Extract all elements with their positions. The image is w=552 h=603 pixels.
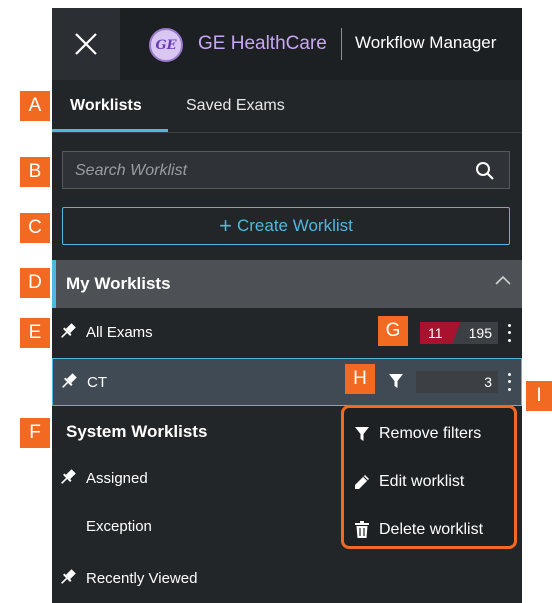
pin-icon[interactable] bbox=[58, 567, 78, 587]
filter-icon bbox=[389, 374, 403, 388]
worklist-row-ct[interactable]: CT 3 bbox=[52, 358, 522, 406]
menu-item-label: Remove filters bbox=[379, 425, 482, 442]
menu-item-edit-worklist[interactable]: Edit worklist bbox=[344, 460, 514, 504]
worklist-label: Recently Viewed bbox=[86, 570, 198, 587]
annotation-d: D bbox=[20, 268, 50, 298]
pin-icon[interactable] bbox=[58, 467, 78, 487]
ge-logo: GE bbox=[149, 28, 183, 62]
tab-worklists[interactable]: Worklists bbox=[70, 80, 142, 132]
annotation-h: H bbox=[345, 364, 375, 394]
annotation-f: F bbox=[20, 418, 50, 448]
pin-icon[interactable] bbox=[58, 321, 78, 341]
more-options-icon[interactable] bbox=[503, 322, 515, 344]
menu-item-label: Edit worklist bbox=[379, 473, 465, 490]
worklist-label: CT bbox=[87, 374, 107, 391]
worklist-label: Assigned bbox=[86, 470, 148, 487]
more-options-icon[interactable] bbox=[503, 371, 515, 393]
app-title: Workflow Manager bbox=[355, 33, 497, 52]
tab-saved-exams[interactable]: Saved Exams bbox=[186, 80, 285, 132]
worklist-row-recently-viewed[interactable]: Recently Viewed bbox=[52, 555, 522, 603]
top-bar: GE GE HealthCare Workflow Manager bbox=[52, 8, 522, 80]
annotation-b: B bbox=[20, 157, 50, 187]
close-icon bbox=[75, 33, 97, 55]
plus-icon: + bbox=[219, 213, 232, 238]
pin-icon[interactable] bbox=[59, 371, 79, 391]
tab-bar: Worklists Saved Exams bbox=[52, 80, 522, 132]
section-accent bbox=[52, 260, 56, 308]
close-button[interactable] bbox=[52, 8, 120, 80]
worklist-context-menu: Remove filters Edit worklist Delete work… bbox=[341, 405, 517, 549]
annotation-e: E bbox=[20, 318, 50, 348]
create-worklist-label: Create Worklist bbox=[236, 216, 353, 235]
header-divider bbox=[341, 28, 342, 60]
search-input[interactable] bbox=[73, 152, 457, 190]
system-worklists-title: System Worklists bbox=[66, 422, 208, 441]
count-badge: 3 bbox=[416, 371, 498, 393]
annotation-g: G bbox=[378, 316, 408, 346]
search-icon[interactable] bbox=[475, 161, 495, 181]
annotation-a: A bbox=[20, 91, 50, 121]
my-worklists-header[interactable]: My Worklists bbox=[52, 260, 522, 308]
brand-name: GE HealthCare bbox=[198, 33, 327, 54]
annotation-i: I bbox=[526, 381, 552, 411]
chevron-up-icon[interactable] bbox=[494, 274, 512, 286]
workflow-manager-panel: GE GE HealthCare Workflow Manager Workli… bbox=[52, 8, 522, 603]
my-worklists-title: My Worklists bbox=[66, 274, 171, 293]
create-worklist-button[interactable]: + Create Worklist bbox=[62, 207, 510, 245]
pencil-icon bbox=[355, 475, 369, 489]
filter-icon bbox=[355, 427, 369, 441]
trash-icon bbox=[355, 521, 369, 538]
worklist-label: Exception bbox=[86, 518, 152, 535]
worklist-row-all-exams[interactable]: All Exams 11 195 bbox=[52, 309, 522, 357]
worklist-label: All Exams bbox=[86, 324, 153, 341]
search-box bbox=[62, 151, 510, 190]
divider bbox=[52, 132, 522, 133]
menu-item-delete-worklist[interactable]: Delete worklist bbox=[344, 508, 514, 552]
menu-item-remove-filters[interactable]: Remove filters bbox=[344, 412, 514, 456]
menu-item-label: Delete worklist bbox=[379, 521, 484, 538]
annotation-c: C bbox=[20, 213, 50, 243]
